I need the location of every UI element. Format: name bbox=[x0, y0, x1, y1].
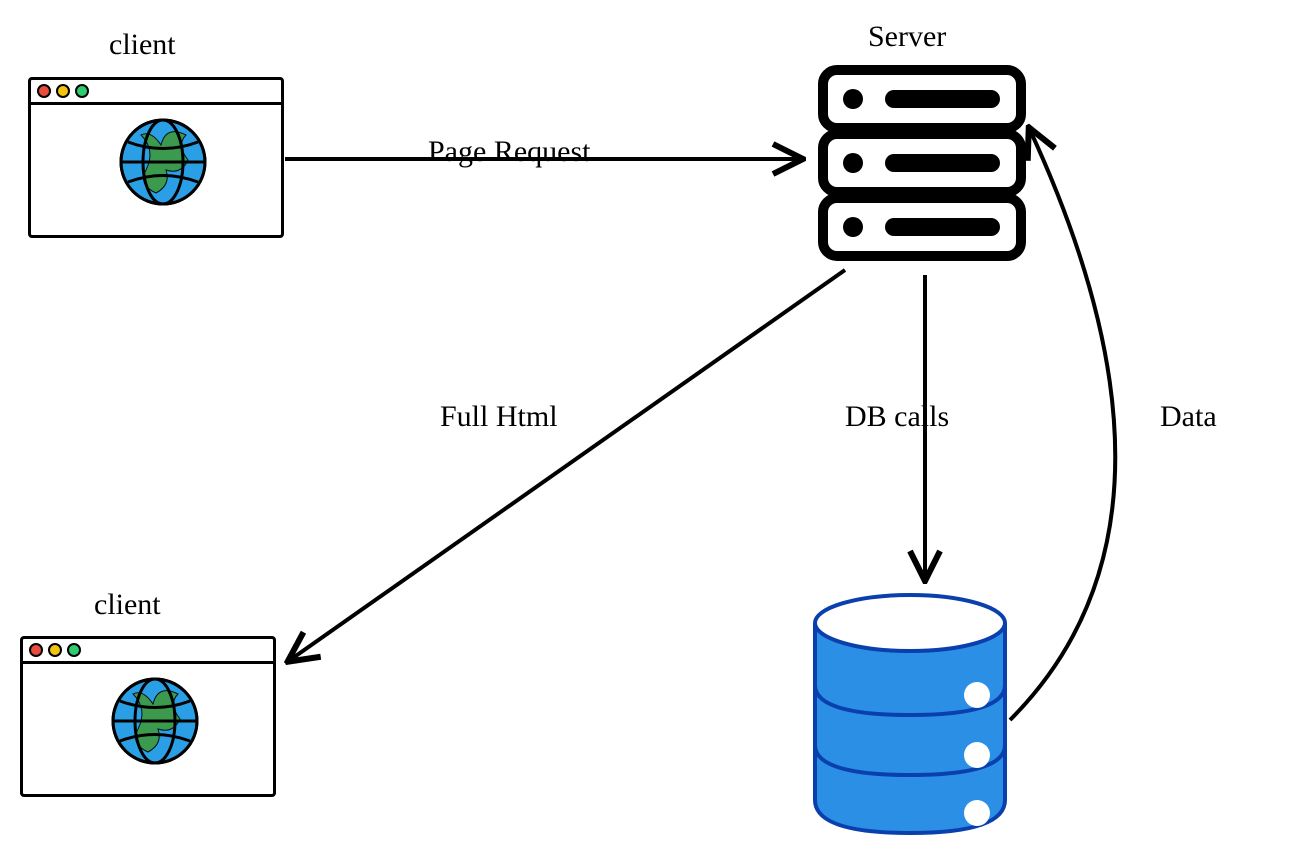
page-request-label: Page Request bbox=[428, 135, 590, 169]
edge-full-html bbox=[290, 270, 845, 660]
server-label: Server bbox=[868, 20, 946, 54]
window-close-icon bbox=[29, 643, 43, 657]
browser-titlebar bbox=[31, 80, 281, 105]
db-calls-label: DB calls bbox=[845, 400, 949, 434]
client-bottom-label: client bbox=[94, 588, 161, 622]
full-html-label: Full Html bbox=[440, 400, 558, 434]
globe-icon bbox=[116, 115, 211, 210]
browser-titlebar bbox=[23, 639, 273, 664]
client-top-browser bbox=[28, 77, 284, 238]
window-maximize-icon bbox=[67, 643, 81, 657]
database-icon bbox=[805, 585, 1015, 845]
window-close-icon bbox=[37, 84, 51, 98]
globe-icon bbox=[108, 674, 203, 769]
diagram-stage: client Server bbox=[0, 0, 1310, 846]
window-minimize-icon bbox=[48, 643, 62, 657]
window-minimize-icon bbox=[56, 84, 70, 98]
client-bottom-browser bbox=[20, 636, 276, 797]
data-label: Data bbox=[1160, 400, 1217, 434]
window-maximize-icon bbox=[75, 84, 89, 98]
client-top-label: client bbox=[109, 28, 176, 62]
server-icon bbox=[815, 62, 1030, 267]
